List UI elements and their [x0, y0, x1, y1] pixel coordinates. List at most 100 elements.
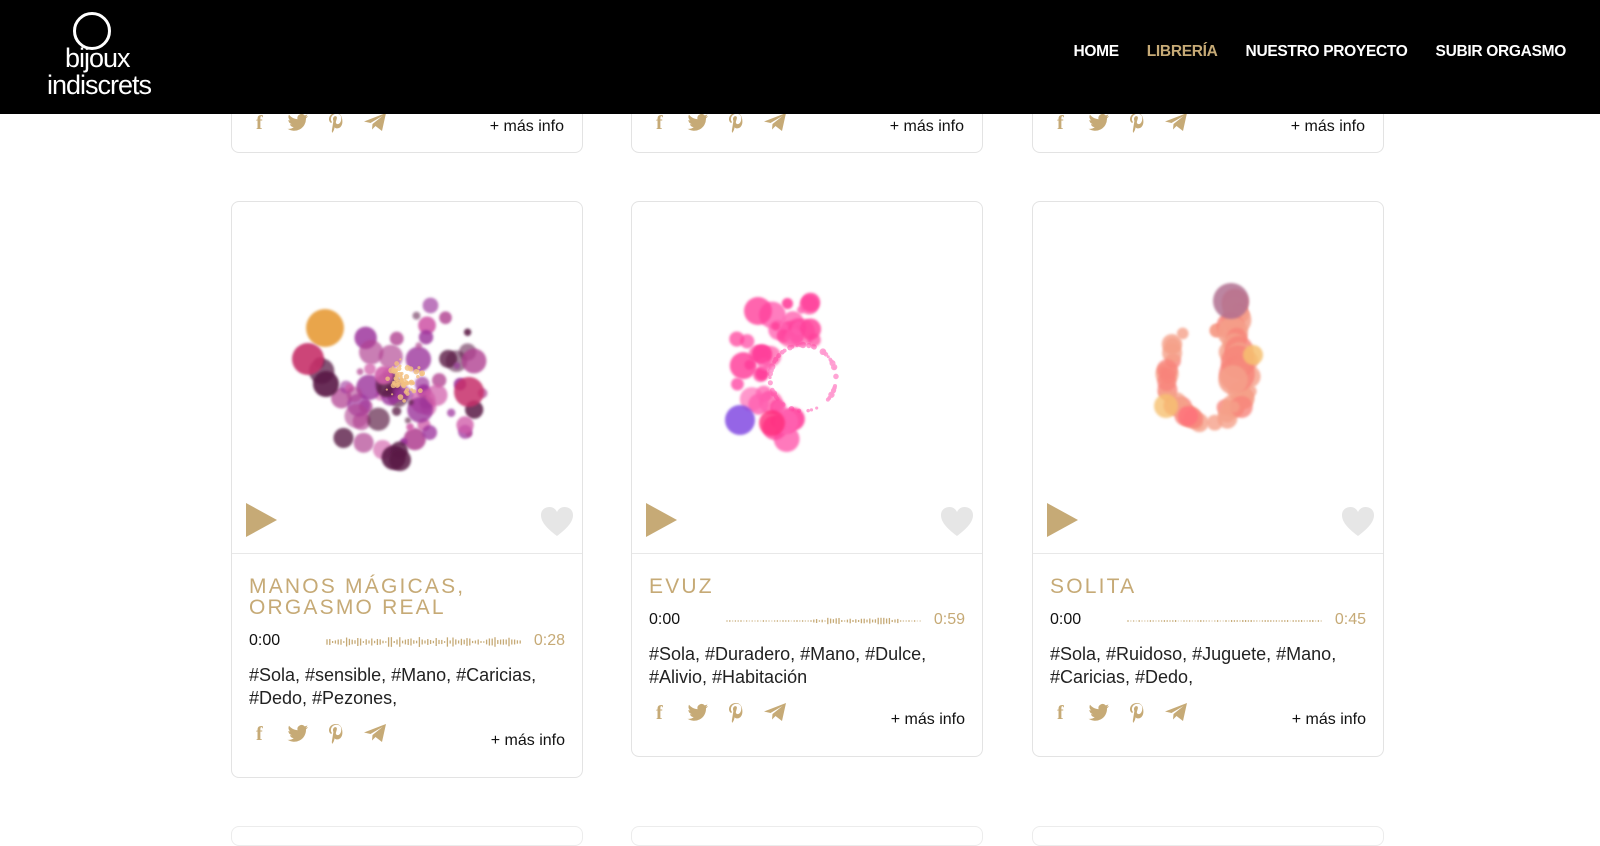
twitter-icon[interactable] [287, 722, 309, 744]
twitter-icon[interactable] [687, 111, 709, 133]
nav-nuestro-proyecto[interactable]: NUESTRO PROYECTO [1246, 43, 1408, 61]
visual-bubble [356, 368, 364, 376]
visual-bubble [806, 408, 810, 413]
visual-bubble [385, 376, 390, 382]
heart-icon[interactable] [940, 506, 974, 538]
card-visual [632, 202, 982, 554]
site-logo[interactable]: bijoux indiscrets [47, 10, 172, 102]
facebook-icon[interactable]: f [249, 111, 271, 134]
visual-bubble [416, 369, 420, 373]
visual-bubble [313, 371, 339, 397]
visual-bubble [344, 403, 369, 429]
visual-bubble [785, 328, 803, 347]
svg-text:f: f [256, 723, 263, 744]
tag-list: #Sola, #Ruidoso, #Juguete, #Mano, #Caric… [1050, 644, 1337, 687]
twitter-icon[interactable] [1088, 701, 1110, 723]
more-info-link[interactable]: + más info [891, 711, 965, 729]
pinterest-icon[interactable] [325, 722, 347, 744]
visual-bubble [391, 393, 394, 396]
telegram-icon[interactable] [1164, 111, 1187, 133]
visual-bubble [426, 384, 448, 406]
visual-bubble [399, 358, 402, 361]
visual-bubble [333, 427, 354, 448]
telegram-icon[interactable] [1164, 701, 1187, 723]
visual-bubble [412, 311, 421, 320]
visual-bubble [729, 331, 745, 347]
nav-libreria[interactable]: LIBRERÍA [1147, 43, 1218, 61]
visual-bubble [404, 388, 410, 393]
share-buttons: f [249, 111, 386, 134]
visual-bubble [454, 377, 484, 407]
share-buttons: f [649, 701, 786, 724]
logo-text-line2: indiscrets [47, 70, 152, 100]
visual-bubble [1213, 283, 1249, 319]
card-footer: f + más info [649, 693, 965, 737]
visual-bubble [394, 361, 400, 366]
telegram-icon[interactable] [763, 701, 786, 723]
visual-bubble [828, 357, 833, 362]
more-info-link[interactable]: + más info [1291, 118, 1365, 136]
visual-bubble [389, 331, 404, 346]
visual-bubble [781, 298, 794, 310]
more-info-link[interactable]: + más info [890, 118, 964, 136]
audio-waveform[interactable] [725, 614, 925, 628]
visual-bubble [762, 391, 772, 401]
visual-bubble [830, 391, 834, 396]
visual-bubble [292, 343, 324, 375]
card-partial: f + más info [631, 111, 983, 153]
visual-bubble [417, 366, 421, 370]
facebook-icon[interactable]: f [649, 701, 671, 724]
share-buttons: f [249, 722, 386, 745]
telegram-icon[interactable] [763, 111, 786, 133]
visual-bubble [403, 381, 408, 386]
pinterest-icon[interactable] [1126, 701, 1148, 723]
twitter-icon[interactable] [287, 111, 309, 133]
svg-text:f: f [1057, 112, 1064, 133]
audio-player: 0:00 0:59 [649, 611, 965, 631]
pinterest-icon[interactable] [725, 701, 747, 723]
pinterest-icon[interactable] [725, 111, 747, 133]
orgasm-visualization [292, 297, 488, 471]
play-icon[interactable] [644, 502, 678, 538]
pinterest-icon[interactable] [1126, 111, 1148, 133]
visual-bubble [799, 318, 822, 340]
visual-bubble [753, 345, 772, 364]
facebook-icon[interactable]: f [1050, 111, 1072, 134]
pinterest-icon[interactable] [325, 111, 347, 133]
audio-player: 0:00 0:45 [1050, 611, 1366, 631]
tag-list: #Sola, #Duradero, #Mano, #Dulce, #Alivio… [649, 644, 927, 687]
time-duration: 0:45 [1334, 611, 1366, 628]
play-icon[interactable] [244, 502, 278, 538]
facebook-icon[interactable]: f [1050, 701, 1072, 724]
twitter-icon[interactable] [687, 701, 709, 723]
visual-bubble [416, 374, 420, 379]
more-info-link[interactable]: + más info [491, 732, 565, 750]
facebook-icon[interactable]: f [649, 111, 671, 134]
visual-bubble [394, 377, 400, 383]
nav-home[interactable]: HOME [1073, 43, 1119, 61]
visual-bubble [366, 407, 390, 431]
more-info-link[interactable]: + más info [490, 118, 564, 136]
telegram-icon[interactable] [363, 722, 386, 744]
telegram-icon[interactable] [363, 111, 386, 133]
visual-bubble [832, 383, 838, 389]
heart-icon[interactable] [540, 506, 574, 538]
audio-waveform[interactable] [325, 635, 525, 649]
visual-bubble [399, 375, 403, 379]
audio-player: 0:00 0:28 [249, 632, 565, 652]
play-icon[interactable] [1045, 502, 1079, 538]
audio-waveform[interactable] [1126, 614, 1326, 628]
visual-bubble [418, 330, 434, 345]
more-info-link[interactable]: + más info [1292, 711, 1366, 729]
visual-bubble [422, 425, 438, 440]
visual-bubble [762, 362, 772, 371]
orgasm-card: MANOS MÁGICAS, ORGASMO REAL 0:00 0:28 #S… [231, 201, 583, 778]
visual-bubble [392, 382, 397, 386]
twitter-icon[interactable] [1088, 111, 1110, 133]
orgasm-visualization [725, 292, 839, 452]
facebook-icon[interactable]: f [249, 722, 271, 745]
svg-text:f: f [256, 112, 263, 133]
visual-bubble [411, 381, 415, 385]
nav-subir-orgasmo[interactable]: SUBIR ORGASMO [1436, 43, 1567, 61]
heart-icon[interactable] [1341, 506, 1375, 538]
